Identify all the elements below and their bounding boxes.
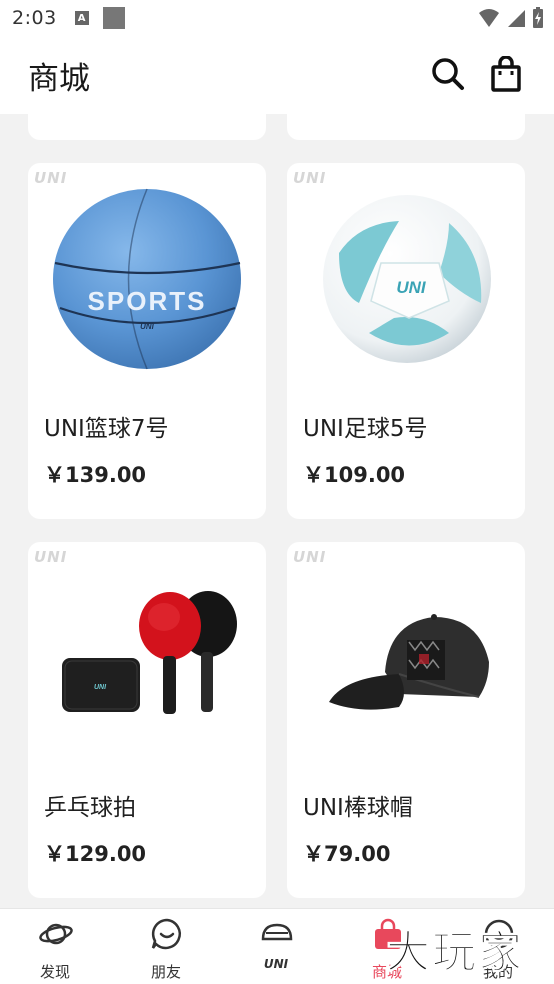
status-time: 2:03 <box>12 7 57 29</box>
product-card[interactable]: UNI UNI 乒乓球拍 ￥129.00 <box>28 542 266 898</box>
ping-pong-paddles-image: UNI <box>62 591 237 714</box>
baseball-cap-image <box>329 614 489 710</box>
battery-icon <box>533 7 543 28</box>
product-card[interactable]: UNI UNI棒球帽 ￥79.00 <box>287 542 525 898</box>
product-grid: UNI SPORTS UNI UNI篮球7号 ￥139.00 UNI UNI U… <box>0 114 554 908</box>
product-card-partial[interactable] <box>28 114 266 140</box>
tab-discover[interactable]: 发现 <box>5 909 105 984</box>
tab-logo-text: UNI <box>263 957 289 971</box>
planet-icon <box>39 923 73 945</box>
cart-button[interactable] <box>488 54 524 94</box>
product-name: UNI篮球7号 <box>44 416 169 442</box>
product-price: ￥109.00 <box>303 463 406 487</box>
search-button[interactable] <box>430 54 466 94</box>
watermark-logo: 大玩家 <box>386 927 524 979</box>
product-card[interactable]: UNI SPORTS UNI UNI篮球7号 ￥139.00 <box>28 163 266 519</box>
product-price: ￥129.00 <box>44 842 147 866</box>
svg-text:SPORTS: SPORTS <box>88 286 207 316</box>
signal-icon <box>508 10 525 27</box>
chat-icon <box>151 918 181 950</box>
svg-text:UNI: UNI <box>396 278 427 297</box>
product-price: ￥79.00 <box>303 842 391 866</box>
tab-label: 朋友 <box>150 963 181 981</box>
product-name: UNI足球5号 <box>303 416 428 442</box>
shopping-bag-icon <box>491 56 521 92</box>
tab-uni-center[interactable]: UNI <box>226 909 326 984</box>
status-bar: 2:03 A <box>0 0 554 36</box>
app-header: 商城 <box>0 36 554 114</box>
uni-car-icon <box>261 923 293 941</box>
page-title: 商城 <box>28 60 90 97</box>
svg-text:UNI: UNI <box>94 684 107 691</box>
product-name: UNI棒球帽 <box>303 795 413 821</box>
soccer-ball-image: UNI <box>323 195 491 363</box>
product-name: 乒乓球拍 <box>44 795 136 821</box>
notification-square-icon <box>102 7 125 29</box>
wifi-icon <box>479 9 499 27</box>
basketball-image: SPORTS UNI <box>53 188 241 370</box>
product-card-partial[interactable] <box>287 114 525 140</box>
status-icons <box>478 7 544 29</box>
tab-friends[interactable]: 朋友 <box>116 909 216 984</box>
tab-label: 发现 <box>39 963 70 981</box>
product-price: ￥139.00 <box>44 463 147 487</box>
notification-a-icon: A <box>74 11 89 25</box>
product-card[interactable]: UNI UNI UNI足球5号 ￥109.00 <box>287 163 525 519</box>
svg-text:UNI: UNI <box>140 322 155 331</box>
search-icon <box>432 58 464 90</box>
